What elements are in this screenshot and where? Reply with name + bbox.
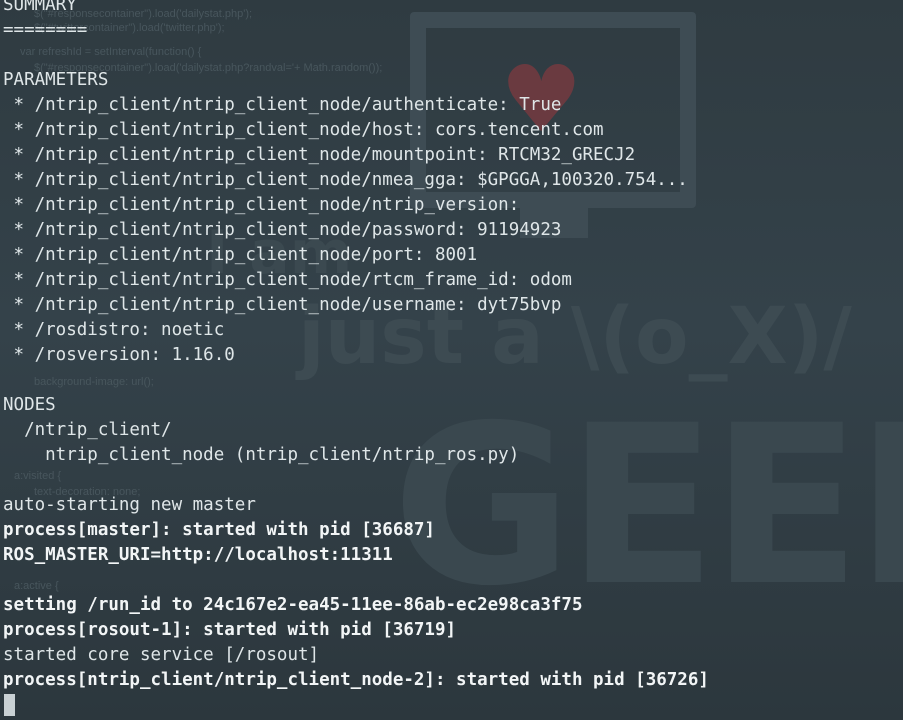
terminal-line: * /ntrip_client/ntrip_client_node/host: … [3,120,604,140]
terminal-line: started core service [/rosout] [3,645,320,665]
terminal-line: * /ntrip_client/ntrip_client_node/nmea_g… [3,170,688,190]
terminal-line: process[master]: started with pid [36687… [3,520,435,540]
terminal-line: * /ntrip_client/ntrip_client_node/rtcm_f… [3,270,572,290]
terminal-line: process[ntrip_client/ntrip_client_node-2… [3,670,709,690]
terminal-line: process[rosout-1]: started with pid [367… [3,620,457,640]
terminal-line: auto-starting new master [3,495,256,515]
terminal-line: ROS_MASTER_URI=http://localhost:11311 [3,545,393,565]
terminal-line: * /rosdistro: noetic [3,320,225,340]
terminal-line: ntrip_client_node (ntrip_client/ntrip_ro… [3,445,520,465]
terminal-line: /ntrip_client/ [3,420,172,440]
terminal-line: ======== [3,20,88,40]
terminal-line: * /rosversion: 1.16.0 [3,345,235,365]
terminal-cursor [4,694,15,716]
terminal-line: * /ntrip_client/ntrip_client_node/mountp… [3,145,636,165]
terminal-line: * /ntrip_client/ntrip_client_node/authen… [3,95,562,115]
terminal-line: SUMMARY [3,0,77,15]
terminal-line: NODES [3,395,56,415]
terminal-line: * /ntrip_client/ntrip_client_node/ntrip_… [3,195,520,215]
terminal-line: * /ntrip_client/ntrip_client_node/passwo… [3,220,562,240]
terminal-line: * /ntrip_client/ntrip_client_node/userna… [3,295,562,315]
terminal-output: SUMMARY ======== PARAMETERS * /ntrip_clien… [3,0,709,693]
terminal-window[interactable]: ♥ I am just a \(o_X)/ GEEK $("#responsec… [0,0,903,720]
terminal-line: PARAMETERS [3,70,109,90]
terminal-line: setting /run_id to 24c167e2-ea45-11ee-86… [3,595,583,615]
terminal-line: * /ntrip_client/ntrip_client_node/port: … [3,245,478,265]
